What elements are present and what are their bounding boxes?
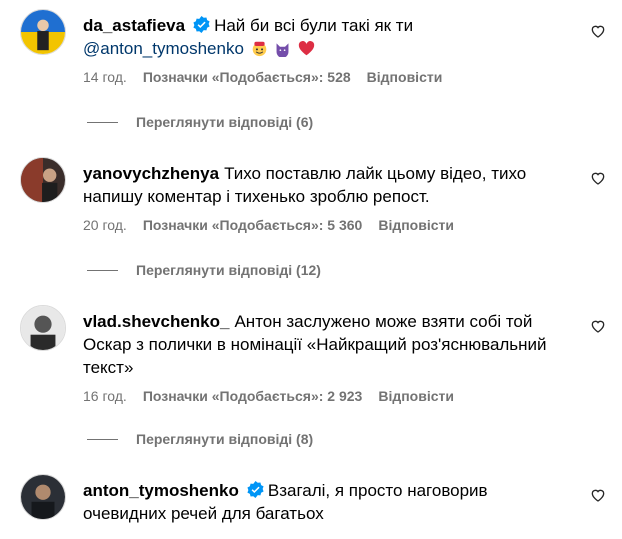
replies-divider [87, 121, 118, 123]
view-replies-label: Переглянути відповіді (8) [136, 431, 314, 447]
comment-time[interactable]: 14 год. [83, 69, 127, 85]
like-heart-icon[interactable] [590, 487, 606, 503]
view-replies-label: Переглянути відповіді (6) [136, 114, 314, 130]
likes-count[interactable]: Позначки «Подобається»: 2 923 [143, 388, 363, 404]
comment-text: yanovychzhenya Тихо поставлю лайк цьому в… [83, 162, 573, 208]
avatar[interactable] [20, 305, 66, 351]
comment-text: anton_tymoshenko Взагалі, я просто нагово… [83, 479, 573, 525]
purple-cat-emoji [276, 43, 289, 57]
mention-link[interactable]: @anton_tymoshenko [83, 39, 244, 58]
red-heart-emoji [298, 41, 315, 56]
comment-time[interactable]: 16 год. [83, 388, 127, 404]
avatar[interactable] [20, 157, 66, 203]
comment-username[interactable]: yanovychzhenya [83, 164, 219, 183]
replies-divider [87, 269, 118, 271]
reply-button[interactable]: Відповісти [378, 388, 454, 404]
comment-username[interactable]: anton_tymoshenko [83, 481, 239, 500]
view-replies-button[interactable]: Переглянути відповіді (8) [87, 431, 313, 447]
face-with-hearts-emoji [252, 41, 266, 57]
comment-text: vlad.shevchenko_ Антон заслужено може взя… [83, 310, 573, 379]
view-replies-button[interactable]: Переглянути відповіді (6) [87, 114, 313, 130]
reply-button[interactable]: Відповісти [378, 217, 454, 233]
likes-count[interactable]: Позначки «Подобається»: 5 360 [143, 217, 363, 233]
avatar[interactable] [20, 9, 66, 55]
reply-button[interactable]: Відповісти [367, 69, 443, 85]
comment-time[interactable]: 20 год. [83, 217, 127, 233]
like-heart-icon[interactable] [590, 170, 606, 186]
comment-body: Най би всі були такі як ти [214, 16, 414, 35]
verified-badge-icon [247, 481, 264, 498]
replies-divider [87, 438, 118, 440]
verified-badge-icon [193, 16, 210, 33]
comment-username[interactable]: vlad.shevchenko_ [83, 312, 229, 331]
comment-username[interactable]: da_astafieva [83, 16, 185, 35]
comment-text: da_astafieva Най би всі були такі як ти @… [83, 14, 573, 60]
view-replies-label: Переглянути відповіді (12) [136, 262, 321, 278]
likes-count[interactable]: Позначки «Подобається»: 528 [143, 69, 351, 85]
view-replies-button[interactable]: Переглянути відповіді (12) [87, 262, 321, 278]
like-heart-icon[interactable] [590, 23, 606, 39]
like-heart-icon[interactable] [590, 318, 606, 334]
avatar[interactable] [20, 474, 66, 520]
